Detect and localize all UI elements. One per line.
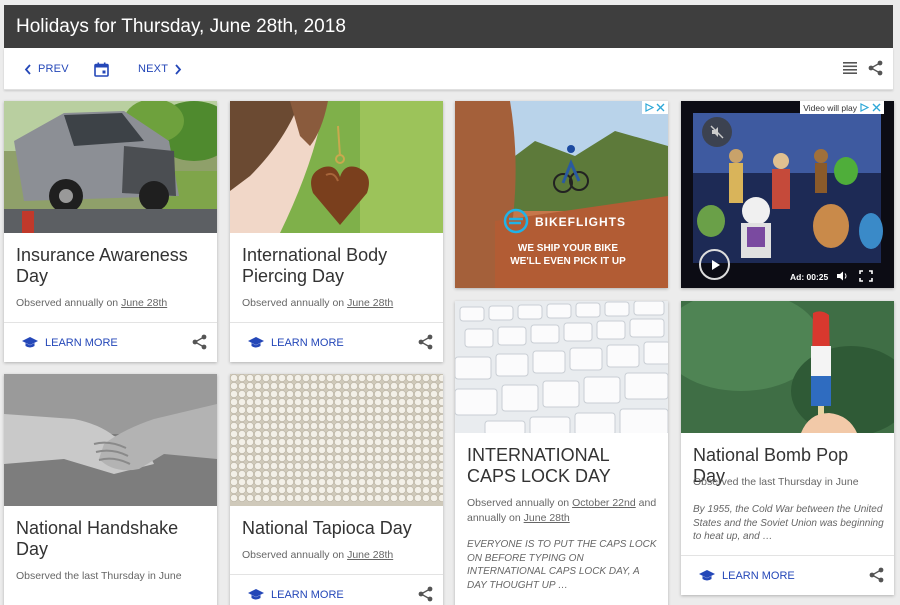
card-image-tapioca-pearls <box>230 374 443 506</box>
card-image-handshake <box>4 374 217 506</box>
learn-more-button[interactable]: LEARN MORE <box>248 323 344 362</box>
page-header: Holidays for Thursday, June 28th, 2018 <box>4 5 893 48</box>
share-icon[interactable] <box>418 334 433 350</box>
calendar-button[interactable] <box>94 48 109 90</box>
close-icon[interactable] <box>872 103 881 112</box>
card-title[interactable]: INTERNATIONAL CAPS LOCK DAY <box>467 445 658 487</box>
learn-more-button[interactable]: LEARN MORE <box>248 575 344 605</box>
learn-more-button[interactable]: LEARN MORE <box>699 556 795 595</box>
observed-text: Observed annually on October 22nd and an… <box>467 497 657 524</box>
holiday-card[interactable]: International Body Piercing Day Observed… <box>230 101 443 362</box>
observed-date-link[interactable]: June 28th <box>121 297 167 309</box>
ad-banner: Video will play <box>800 101 884 114</box>
ad-line1: WE SHIP YOUR BIKE <box>517 243 619 254</box>
card-title[interactable]: National Handshake Day <box>16 518 207 560</box>
card-image-keyboard <box>455 301 668 433</box>
graduation-cap-icon <box>248 337 264 348</box>
card-title[interactable]: International Body Piercing Day <box>242 245 433 287</box>
ad-brand: BIKEFLIGHTS <box>535 215 626 229</box>
adchoices-icon[interactable] <box>860 103 869 112</box>
ad-timer: Ad: 00:25 <box>790 272 829 282</box>
observed-date-link[interactable]: October 22nd <box>572 497 636 509</box>
chevron-left-icon <box>24 63 31 75</box>
card-title[interactable]: National Tapioca Day <box>242 518 433 539</box>
bikeflights-logo-icon <box>503 208 529 234</box>
calendar-icon <box>94 62 109 77</box>
card-footer: LEARN MORE <box>230 322 443 362</box>
play-icon <box>711 259 720 270</box>
chevron-right-icon <box>175 63 182 75</box>
share-icon[interactable] <box>418 586 433 602</box>
observed-text: Observed annually on June 28th <box>16 297 168 309</box>
share-icon[interactable] <box>868 60 883 76</box>
holiday-card[interactable]: National Bomb Pop Day Observed the last … <box>681 301 894 595</box>
play-button[interactable] <box>699 249 730 280</box>
bikeflights-ad[interactable]: BIKEFLIGHTS WE SHIP YOUR BIKE WE'LL EVEN… <box>455 101 668 288</box>
observed-text: Observed the last Thursday in June <box>693 476 859 488</box>
video-ad[interactable]: Video will play Ad: 00:25 <box>681 101 894 288</box>
list-icon[interactable] <box>843 61 857 74</box>
mute-icon <box>710 125 724 139</box>
next-button[interactable]: NEXT <box>138 48 182 90</box>
graduation-cap-icon <box>248 589 264 600</box>
observed-date-link[interactable]: June 28th <box>347 297 393 309</box>
card-description: By 1955, the Cold War between the United… <box>693 504 884 542</box>
holiday-card[interactable]: Insurance Awareness Day Observed annuall… <box>4 101 217 362</box>
share-icon[interactable] <box>869 567 884 583</box>
card-description: EVERYONE IS TO PUT THE CAPS LOCK ON BEFO… <box>467 539 657 591</box>
observed-text: Observed annually on June 28th <box>242 549 394 561</box>
card-image-wrecked-car <box>4 101 217 233</box>
volume-icon[interactable] <box>836 271 848 281</box>
card-footer: LEARN MORE <box>681 555 894 595</box>
holiday-card[interactable]: National Tapioca Day Observed annually o… <box>230 374 443 605</box>
observed-date-link[interactable]: June 28th <box>524 512 570 524</box>
fullscreen-icon[interactable] <box>859 270 873 282</box>
card-title[interactable]: Insurance Awareness Day <box>16 245 207 287</box>
close-icon <box>656 103 665 112</box>
observed-text: Observed annually on June 28th <box>242 297 394 309</box>
prev-button[interactable]: PREV <box>24 48 69 90</box>
adchoices-icon <box>645 103 654 112</box>
next-label: NEXT <box>138 63 169 75</box>
graduation-cap-icon <box>22 337 38 348</box>
page-title: Holidays for Thursday, June 28th, 2018 <box>16 15 346 37</box>
card-footer: LEARN MORE <box>230 574 443 605</box>
observed-date-link[interactable]: June 28th <box>347 549 393 561</box>
share-icon[interactable] <box>192 334 207 350</box>
graduation-cap-icon <box>699 570 715 581</box>
ad-line2: WE'LL EVEN PICK IT UP <box>510 256 626 267</box>
prev-label: PREV <box>38 63 69 75</box>
holiday-card[interactable]: INTERNATIONAL CAPS LOCK DAY Observed ann… <box>455 301 668 605</box>
mute-toggle[interactable] <box>702 117 732 147</box>
ad-badge[interactable] <box>642 101 668 114</box>
toolbar: PREV NEXT <box>4 48 893 90</box>
card-footer: LEARN MORE <box>4 322 217 362</box>
card-image-wooden-heart-earring <box>230 101 443 233</box>
holiday-card[interactable]: National Handshake Day Observed the last… <box>4 374 217 605</box>
observed-text: Observed the last Thursday in June <box>16 570 182 582</box>
card-image-bomb-pop <box>681 301 894 433</box>
learn-more-button[interactable]: LEARN MORE <box>22 323 118 362</box>
